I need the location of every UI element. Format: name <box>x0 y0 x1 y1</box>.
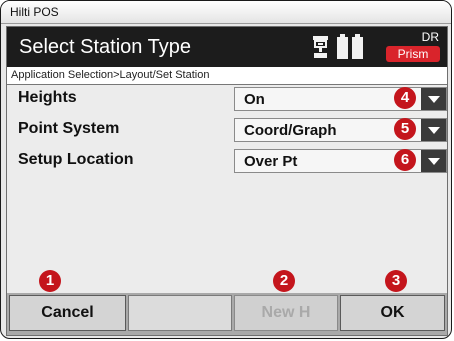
callout-badge-1: 1 <box>39 270 61 292</box>
heights-dropdown-button[interactable] <box>421 88 446 110</box>
chevron-down-icon <box>428 158 440 165</box>
window-titlebar: Hilti POS <box>1 1 451 24</box>
point-system-label: Point System <box>18 120 120 137</box>
page-title: Select Station Type <box>19 36 191 58</box>
device-frame: Hilti POS Select Station Type DR Prism A… <box>0 0 452 339</box>
breadcrumb: Application Selection>Layout/Set Station <box>7 67 447 85</box>
battery-icon <box>352 34 363 59</box>
setup-location-dropdown-button[interactable] <box>421 150 446 172</box>
total-station-icon <box>313 36 328 58</box>
chevron-down-icon <box>428 96 440 103</box>
empty-softkey <box>128 295 232 331</box>
callout-badge-3: 3 <box>385 270 407 292</box>
new-h-button[interactable]: New H <box>234 295 338 331</box>
mode-indicator-dr: DR <box>421 30 439 44</box>
app-screen: Select Station Type DR Prism Application… <box>6 26 448 336</box>
setup-location-value: Over Pt <box>244 153 298 170</box>
chevron-down-icon <box>428 127 440 134</box>
point-system-dropdown-button[interactable] <box>421 119 446 141</box>
heights-label: Heights <box>18 89 77 106</box>
point-system-value: Coord/Graph <box>244 122 337 139</box>
ok-button[interactable]: OK <box>340 295 445 331</box>
setup-location-label: Setup Location <box>18 151 134 168</box>
breadcrumb-text: Application Selection>Layout/Set Station <box>11 69 210 81</box>
prism-badge: Prism <box>386 46 440 62</box>
heights-value: On <box>244 91 265 108</box>
callout-badge-4: 4 <box>394 87 416 109</box>
window-title: Hilti POS <box>10 5 59 19</box>
callout-badge-6: 6 <box>394 149 416 171</box>
callout-badge-2: 2 <box>273 270 295 292</box>
callout-badge-5: 5 <box>394 118 416 140</box>
battery-icon <box>337 34 348 59</box>
screen-header: Select Station Type DR Prism <box>7 27 447 67</box>
cancel-button[interactable]: Cancel <box>9 295 126 331</box>
